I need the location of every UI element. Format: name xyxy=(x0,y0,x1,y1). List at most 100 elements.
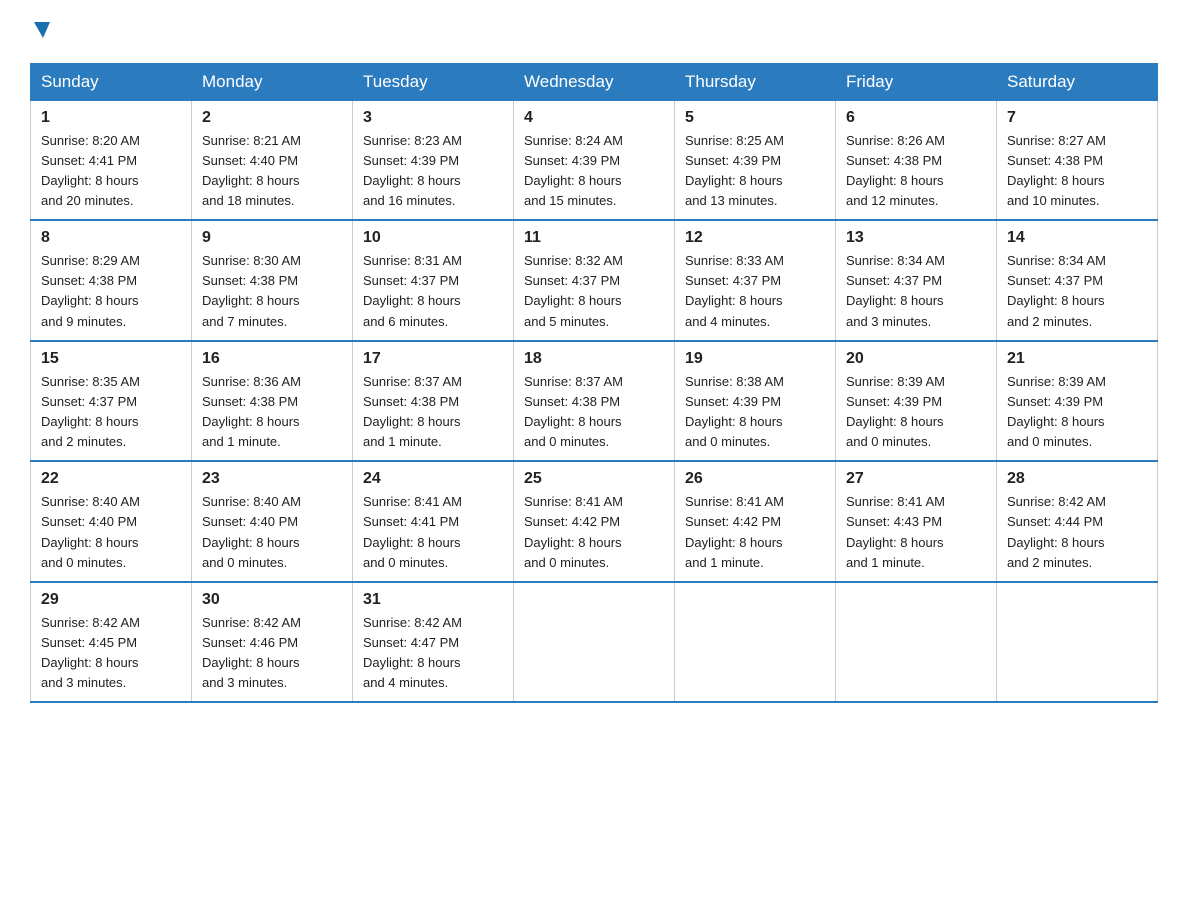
day-number: 20 xyxy=(846,350,986,368)
day-number: 10 xyxy=(363,229,503,247)
day-number: 25 xyxy=(524,470,664,488)
calendar-cell: 15 Sunrise: 8:35 AMSunset: 4:37 PMDayligh… xyxy=(31,341,192,462)
day-info: Sunrise: 8:37 AMSunset: 4:38 PMDaylight:… xyxy=(363,374,462,449)
day-info: Sunrise: 8:39 AMSunset: 4:39 PMDaylight:… xyxy=(1007,374,1106,449)
day-number: 16 xyxy=(202,350,342,368)
day-info: Sunrise: 8:36 AMSunset: 4:38 PMDaylight:… xyxy=(202,374,301,449)
weekday-header-row: SundayMondayTuesdayWednesdayThursdayFrid… xyxy=(31,63,1158,100)
day-number: 6 xyxy=(846,109,986,127)
calendar-cell: 26Sunrise: 8:41 AMSunset: 4:42 PMDayligh… xyxy=(675,461,836,582)
calendar-cell: 16 Sunrise: 8:36 AMSunset: 4:38 PMDayligh… xyxy=(192,341,353,462)
calendar-table: SundayMondayTuesdayWednesdayThursdayFrid… xyxy=(30,63,1158,704)
calendar-cell: 5 Sunrise: 8:25 AMSunset: 4:39 PMDaylight… xyxy=(675,100,836,220)
calendar-cell: 13Sunrise: 8:34 AMSunset: 4:37 PMDayligh… xyxy=(836,220,997,341)
day-info: Sunrise: 8:24 AMSunset: 4:39 PMDaylight:… xyxy=(524,133,623,208)
calendar-cell: 18 Sunrise: 8:37 AMSunset: 4:38 PMDayligh… xyxy=(514,341,675,462)
day-info: Sunrise: 8:30 AMSunset: 4:38 PMDaylight:… xyxy=(202,253,301,328)
day-info: Sunrise: 8:41 AMSunset: 4:42 PMDaylight:… xyxy=(685,494,784,569)
calendar-cell: 28Sunrise: 8:42 AMSunset: 4:44 PMDayligh… xyxy=(997,461,1158,582)
day-number: 30 xyxy=(202,591,342,609)
day-info: Sunrise: 8:32 AMSunset: 4:37 PMDaylight:… xyxy=(524,253,623,328)
day-number: 7 xyxy=(1007,109,1147,127)
day-info: Sunrise: 8:42 AMSunset: 4:47 PMDaylight:… xyxy=(363,615,462,690)
day-info: Sunrise: 8:25 AMSunset: 4:39 PMDaylight:… xyxy=(685,133,784,208)
day-info: Sunrise: 8:39 AMSunset: 4:39 PMDaylight:… xyxy=(846,374,945,449)
day-number: 5 xyxy=(685,109,825,127)
week-row-2: 8 Sunrise: 8:29 AMSunset: 4:38 PMDaylight… xyxy=(31,220,1158,341)
weekday-header-wednesday: Wednesday xyxy=(514,63,675,100)
day-number: 28 xyxy=(1007,470,1147,488)
calendar-cell: 12 Sunrise: 8:33 AMSunset: 4:37 PMDayligh… xyxy=(675,220,836,341)
calendar-cell: 21 Sunrise: 8:39 AMSunset: 4:39 PMDayligh… xyxy=(997,341,1158,462)
calendar-cell: 2Sunrise: 8:21 AMSunset: 4:40 PMDaylight… xyxy=(192,100,353,220)
calendar-cell: 8 Sunrise: 8:29 AMSunset: 4:38 PMDaylight… xyxy=(31,220,192,341)
day-number: 24 xyxy=(363,470,503,488)
day-info: Sunrise: 8:29 AMSunset: 4:38 PMDaylight:… xyxy=(41,253,140,328)
calendar-cell: 19 Sunrise: 8:38 AMSunset: 4:39 PMDayligh… xyxy=(675,341,836,462)
day-number: 11 xyxy=(524,229,664,247)
weekday-header-thursday: Thursday xyxy=(675,63,836,100)
calendar-cell: 4 Sunrise: 8:24 AMSunset: 4:39 PMDaylight… xyxy=(514,100,675,220)
day-info: Sunrise: 8:41 AMSunset: 4:43 PMDaylight:… xyxy=(846,494,945,569)
day-number: 8 xyxy=(41,229,181,247)
calendar-cell xyxy=(514,582,675,703)
calendar-cell: 30Sunrise: 8:42 AMSunset: 4:46 PMDayligh… xyxy=(192,582,353,703)
day-info: Sunrise: 8:34 AMSunset: 4:37 PMDaylight:… xyxy=(1007,253,1106,328)
day-number: 12 xyxy=(685,229,825,247)
day-info: Sunrise: 8:41 AMSunset: 4:42 PMDaylight:… xyxy=(524,494,623,569)
day-info: Sunrise: 8:31 AMSunset: 4:37 PMDaylight:… xyxy=(363,253,462,328)
day-info: Sunrise: 8:26 AMSunset: 4:38 PMDaylight:… xyxy=(846,133,945,208)
day-info: Sunrise: 8:20 AMSunset: 4:41 PMDaylight:… xyxy=(41,133,140,208)
calendar-cell: 3 Sunrise: 8:23 AMSunset: 4:39 PMDaylight… xyxy=(353,100,514,220)
day-info: Sunrise: 8:38 AMSunset: 4:39 PMDaylight:… xyxy=(685,374,784,449)
calendar-cell: 14 Sunrise: 8:34 AMSunset: 4:37 PMDayligh… xyxy=(997,220,1158,341)
day-number: 22 xyxy=(41,470,181,488)
weekday-header-monday: Monday xyxy=(192,63,353,100)
week-row-5: 29 Sunrise: 8:42 AMSunset: 4:45 PMDayligh… xyxy=(31,582,1158,703)
day-number: 4 xyxy=(524,109,664,127)
calendar-cell: 17 Sunrise: 8:37 AMSunset: 4:38 PMDayligh… xyxy=(353,341,514,462)
calendar-cell xyxy=(997,582,1158,703)
day-info: Sunrise: 8:40 AMSunset: 4:40 PMDaylight:… xyxy=(41,494,140,569)
page-header xyxy=(30,20,1158,45)
day-number: 27 xyxy=(846,470,986,488)
calendar-cell: 1Sunrise: 8:20 AMSunset: 4:41 PMDaylight… xyxy=(31,100,192,220)
weekday-header-saturday: Saturday xyxy=(997,63,1158,100)
calendar-cell: 9 Sunrise: 8:30 AMSunset: 4:38 PMDaylight… xyxy=(192,220,353,341)
calendar-cell: 27 Sunrise: 8:41 AMSunset: 4:43 PMDayligh… xyxy=(836,461,997,582)
day-number: 15 xyxy=(41,350,181,368)
day-number: 19 xyxy=(685,350,825,368)
logo xyxy=(30,20,54,45)
calendar-cell: 31 Sunrise: 8:42 AMSunset: 4:47 PMDayligh… xyxy=(353,582,514,703)
day-number: 2 xyxy=(202,109,342,127)
week-row-4: 22 Sunrise: 8:40 AMSunset: 4:40 PMDayligh… xyxy=(31,461,1158,582)
day-info: Sunrise: 8:37 AMSunset: 4:38 PMDaylight:… xyxy=(524,374,623,449)
day-info: Sunrise: 8:35 AMSunset: 4:37 PMDaylight:… xyxy=(41,374,140,449)
day-number: 9 xyxy=(202,229,342,247)
day-number: 14 xyxy=(1007,229,1147,247)
weekday-header-tuesday: Tuesday xyxy=(353,63,514,100)
day-number: 17 xyxy=(363,350,503,368)
day-info: Sunrise: 8:23 AMSunset: 4:39 PMDaylight:… xyxy=(363,133,462,208)
day-number: 21 xyxy=(1007,350,1147,368)
week-row-1: 1Sunrise: 8:20 AMSunset: 4:41 PMDaylight… xyxy=(31,100,1158,220)
calendar-cell: 11 Sunrise: 8:32 AMSunset: 4:37 PMDayligh… xyxy=(514,220,675,341)
day-number: 23 xyxy=(202,470,342,488)
day-number: 3 xyxy=(363,109,503,127)
day-number: 29 xyxy=(41,591,181,609)
weekday-header-sunday: Sunday xyxy=(31,63,192,100)
day-number: 31 xyxy=(363,591,503,609)
day-number: 18 xyxy=(524,350,664,368)
weekday-header-friday: Friday xyxy=(836,63,997,100)
calendar-cell: 7Sunrise: 8:27 AMSunset: 4:38 PMDaylight… xyxy=(997,100,1158,220)
calendar-cell: 24Sunrise: 8:41 AMSunset: 4:41 PMDayligh… xyxy=(353,461,514,582)
day-info: Sunrise: 8:33 AMSunset: 4:37 PMDaylight:… xyxy=(685,253,784,328)
day-info: Sunrise: 8:42 AMSunset: 4:45 PMDaylight:… xyxy=(41,615,140,690)
calendar-cell: 10 Sunrise: 8:31 AMSunset: 4:37 PMDayligh… xyxy=(353,220,514,341)
calendar-cell: 20 Sunrise: 8:39 AMSunset: 4:39 PMDayligh… xyxy=(836,341,997,462)
day-info: Sunrise: 8:40 AMSunset: 4:40 PMDaylight:… xyxy=(202,494,301,569)
calendar-cell xyxy=(675,582,836,703)
calendar-cell: 23 Sunrise: 8:40 AMSunset: 4:40 PMDayligh… xyxy=(192,461,353,582)
logo-flag-icon xyxy=(32,20,54,42)
calendar-cell: 22 Sunrise: 8:40 AMSunset: 4:40 PMDayligh… xyxy=(31,461,192,582)
